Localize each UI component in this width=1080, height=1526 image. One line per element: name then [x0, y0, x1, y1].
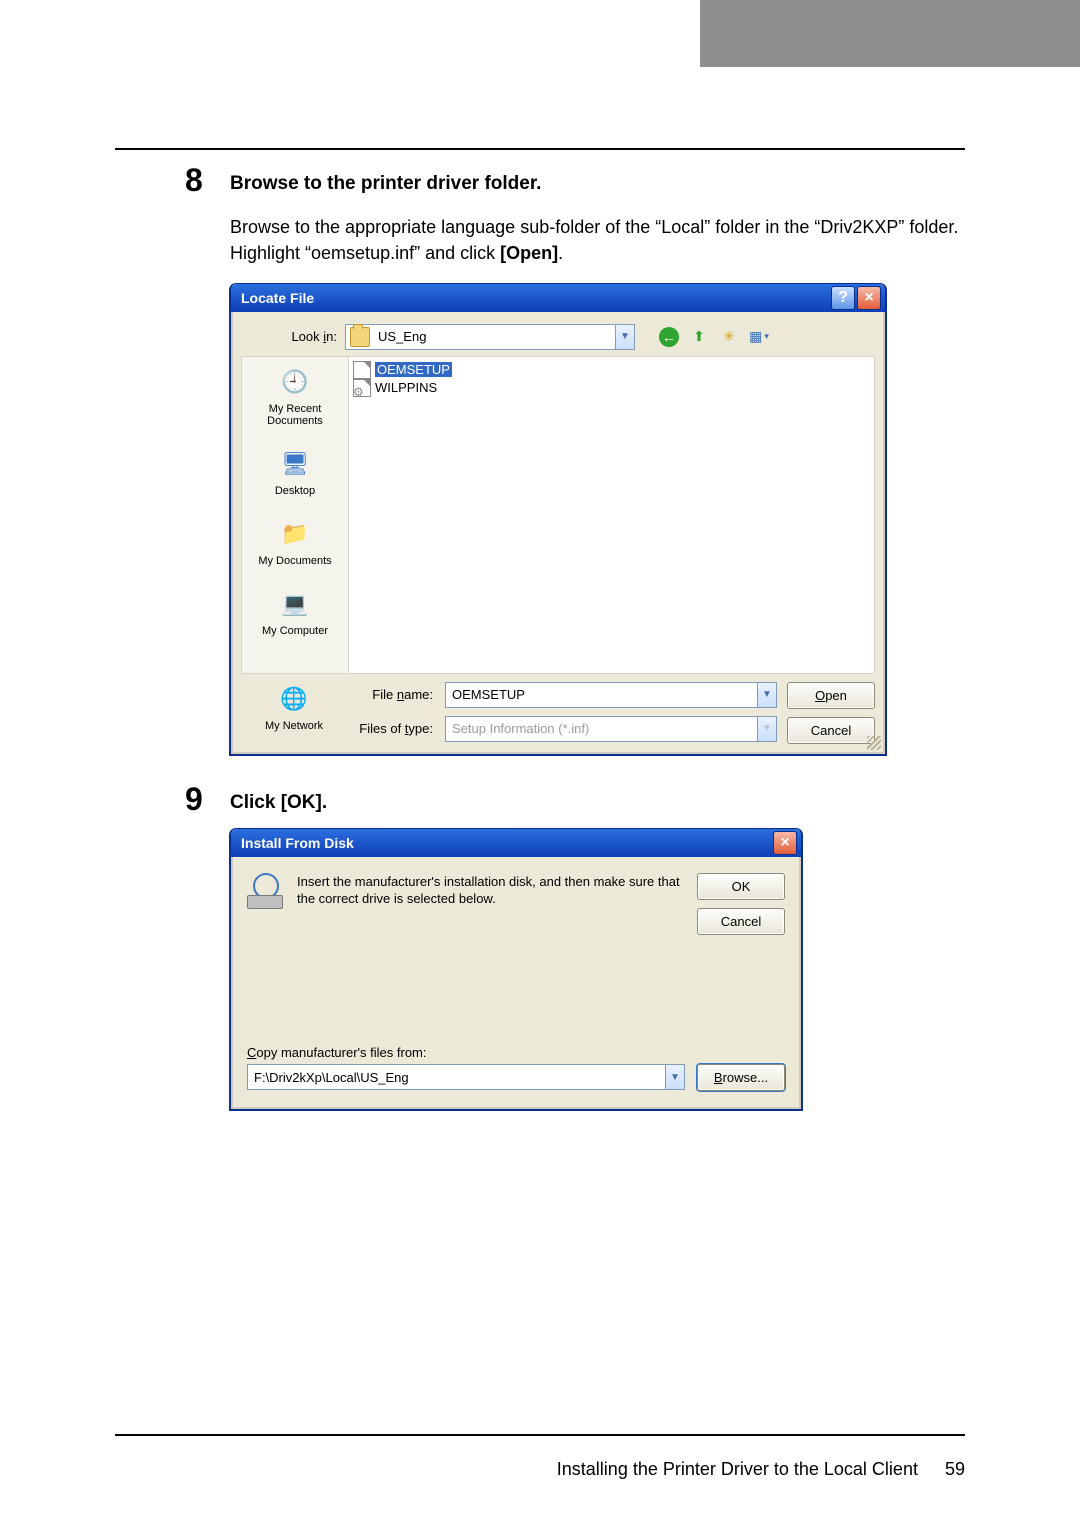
resize-grip-icon[interactable] [867, 736, 881, 750]
places-bar: 🕘 My Recent Documents 🖥 Desktop 📁 My Do [241, 356, 349, 674]
chevron-down-icon[interactable]: ▼ [665, 1065, 684, 1089]
lookin-value: US_Eng [374, 329, 615, 344]
titlebar[interactable]: Locate File ? × [231, 284, 885, 312]
step-title: Browse to the printer driver folder. [230, 172, 965, 196]
titlebar[interactable]: Install From Disk × [231, 829, 801, 857]
documents-icon: 📁 [278, 517, 312, 551]
place-label: My Network [265, 720, 323, 732]
close-button[interactable]: × [857, 286, 881, 310]
filetype-input [446, 717, 757, 741]
inf-file-icon [353, 361, 371, 379]
chevron-down-icon[interactable]: ▼ [615, 325, 634, 349]
recent-icon: 🕘 [278, 365, 312, 399]
rule-bottom [115, 1434, 965, 1436]
place-mycomp[interactable]: 💻 My Computer [242, 587, 348, 637]
cancel-button[interactable]: Cancel [787, 717, 875, 744]
lookin-label: Look in: [241, 329, 337, 344]
page-footer: Installing the Printer Driver to the Loc… [0, 1459, 965, 1480]
step-number: 8 [185, 164, 203, 196]
disk-icon [247, 873, 283, 909]
cancel-button[interactable]: Cancel [697, 908, 785, 935]
header-bar [0, 0, 1080, 67]
path-input[interactable] [248, 1065, 665, 1089]
lookin-combo[interactable]: US_Eng ▼ [345, 324, 635, 350]
filename-combo[interactable]: ▼ [445, 682, 777, 708]
file-list[interactable]: OEMSETUP ⚙ WILPPINS [349, 356, 875, 674]
install-from-disk-dialog: Install From Disk × Insert the manufactu… [230, 829, 802, 1110]
place-mydocs[interactable]: 📁 My Documents [242, 517, 348, 567]
step-title: Click [OK]. [230, 791, 965, 815]
dialog-message: Insert the manufacturer's installation d… [297, 873, 683, 935]
open-button[interactable]: Open [787, 682, 875, 709]
place-desktop[interactable]: 🖥 Desktop [242, 447, 348, 497]
path-combo[interactable]: ▼ [247, 1064, 685, 1090]
file-item[interactable]: ⚙ WILPPINS [353, 379, 870, 397]
network-icon: 🌐 [277, 682, 311, 716]
rule-top [115, 148, 965, 150]
window-title: Install From Disk [241, 829, 771, 857]
place-label: My Documents [258, 555, 331, 567]
place-label: My Recent Documents [242, 403, 348, 427]
up-one-level-icon[interactable]: ⬆ [689, 327, 709, 347]
browse-button[interactable]: Browse... [697, 1064, 785, 1091]
step-body-bold: [Open] [500, 243, 558, 263]
footer-page: 59 [945, 1459, 965, 1479]
place-recent[interactable]: 🕘 My Recent Documents [242, 365, 348, 427]
desktop-icon: 🖥 [278, 447, 312, 481]
toolbar: ← ⬆ ✳ ▦▾ [659, 327, 769, 347]
footer-section: Installing the Printer Driver to the Loc… [557, 1459, 918, 1479]
new-folder-icon[interactable]: ✳ [719, 327, 739, 347]
lookin-row: Look in: US_Eng ▼ ← ⬆ ✳ ▦▾ [241, 324, 875, 350]
views-icon[interactable]: ▦▾ [749, 327, 769, 347]
place-label: Desktop [275, 485, 315, 497]
window-title: Locate File [241, 284, 829, 312]
back-icon[interactable]: ← [659, 327, 679, 347]
step-8: 8 Browse to the printer driver folder. B… [230, 172, 965, 755]
copy-from-label: Copy manufacturer's files from: [247, 1045, 785, 1060]
filetype-combo: ▼ [445, 716, 777, 742]
help-button[interactable]: ? [831, 286, 855, 310]
place-mynet[interactable]: 🌐 My Network [241, 682, 347, 732]
step-number: 9 [185, 783, 203, 815]
ok-button[interactable]: OK [697, 873, 785, 900]
chevron-down-icon: ▼ [757, 717, 776, 741]
place-label: My Computer [262, 625, 328, 637]
step-body: Browse to the appropriate language sub-f… [230, 214, 965, 266]
locate-file-dialog: Locate File ? × Look in: US_Eng [230, 284, 886, 755]
filename-label: File name: [357, 687, 433, 702]
close-button[interactable]: × [773, 831, 797, 855]
step-body-c: . [558, 243, 563, 263]
file-item-selected[interactable]: OEMSETUP [353, 361, 870, 379]
step-body-a: Browse to the appropriate language sub-f… [230, 217, 958, 263]
inf-file-icon: ⚙ [353, 379, 371, 397]
computer-icon: 💻 [278, 587, 312, 621]
step-9: 9 Click [OK]. Install From Disk × Insert… [230, 791, 965, 1110]
chevron-down-icon[interactable]: ▼ [757, 683, 776, 707]
filename-input[interactable] [446, 683, 757, 707]
filetype-label: Files of type: [357, 721, 433, 736]
folder-icon [350, 327, 370, 347]
